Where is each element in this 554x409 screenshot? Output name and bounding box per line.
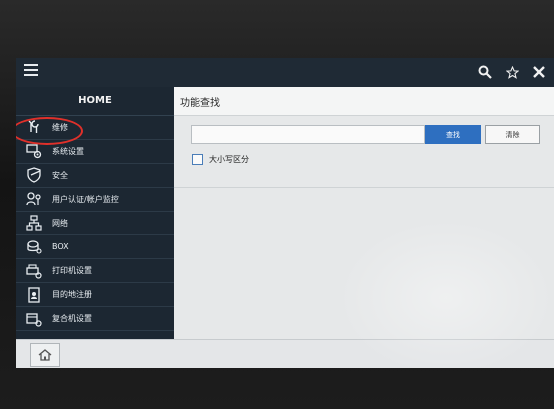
home-icon: [38, 349, 52, 361]
sidebar-home-title[interactable]: HOME: [16, 87, 174, 116]
network-icon: [25, 215, 43, 231]
sidebar: HOME 维修 系统设置 安全 用户认证/帐户监控 网络 BOX 打印机设置 目…: [16, 87, 174, 339]
address-book-icon: [25, 287, 43, 303]
user-key-icon: [25, 191, 43, 207]
wrench-screwdriver-icon: [25, 119, 43, 135]
sidebar-item-label: BOX: [52, 242, 69, 252]
sidebar-item-network[interactable]: 网络: [16, 212, 174, 236]
page-title: 功能查找: [180, 98, 220, 109]
sidebar-item-label: 系统设置: [52, 146, 84, 156]
sidebar-item-security[interactable]: 安全: [16, 164, 174, 188]
sidebar-item-printer-settings[interactable]: 打印机设置: [16, 259, 174, 284]
main-panel: 功能查找 查找 清除 大小写区分: [174, 87, 554, 339]
sidebar-item-mfp-settings[interactable]: 复合机设置: [16, 307, 174, 332]
top-bar: [16, 58, 554, 87]
star-icon[interactable]: [502, 62, 522, 82]
sidebar-item-user-authentication[interactable]: 用户认证/帐户监控: [16, 188, 174, 212]
sidebar-item-label: 目的地注册: [52, 290, 92, 300]
mfp-settings-icon: [25, 311, 43, 327]
search-icon[interactable]: [475, 62, 495, 82]
case-sensitive-label: 大小写区分: [209, 154, 249, 164]
case-sensitive-checkbox[interactable]: [192, 153, 203, 165]
main-title-bar: 功能查找: [174, 87, 554, 116]
box-icon: [25, 239, 43, 255]
divider: [174, 187, 554, 188]
hamburger-menu-icon[interactable]: [24, 64, 38, 76]
search-button[interactable]: 查找: [425, 125, 481, 144]
printer-settings-icon: [25, 263, 43, 279]
search-input[interactable]: [191, 125, 425, 144]
system-settings-icon: [25, 143, 43, 159]
clear-button[interactable]: 清除: [485, 125, 540, 144]
case-sensitive-toggle[interactable]: 大小写区分: [192, 152, 249, 166]
shield-icon: [25, 167, 43, 183]
sidebar-item-label: 网络: [52, 218, 68, 228]
sidebar-item-label: 维修: [52, 122, 68, 132]
sidebar-item-destination-register[interactable]: 目的地注册: [16, 283, 174, 308]
sidebar-item-label: 用户认证/帐户监控: [52, 194, 119, 204]
sidebar-item-maintenance[interactable]: 维修: [16, 116, 174, 145]
sidebar-item-label: 复合机设置: [52, 314, 92, 324]
home-button[interactable]: [30, 343, 60, 367]
sidebar-item-label: 打印机设置: [52, 266, 92, 276]
sidebar-item-system-settings[interactable]: 系统设置: [16, 140, 174, 164]
sidebar-item-box[interactable]: BOX: [16, 235, 174, 260]
sidebar-item-label: 安全: [52, 170, 68, 180]
search-row: 查找 清除: [191, 125, 540, 144]
bottom-bar: [16, 339, 554, 368]
touch-screen: HOME 维修 系统设置 安全 用户认证/帐户监控 网络 BOX 打印机设置 目…: [16, 58, 554, 368]
close-icon[interactable]: [529, 62, 549, 82]
